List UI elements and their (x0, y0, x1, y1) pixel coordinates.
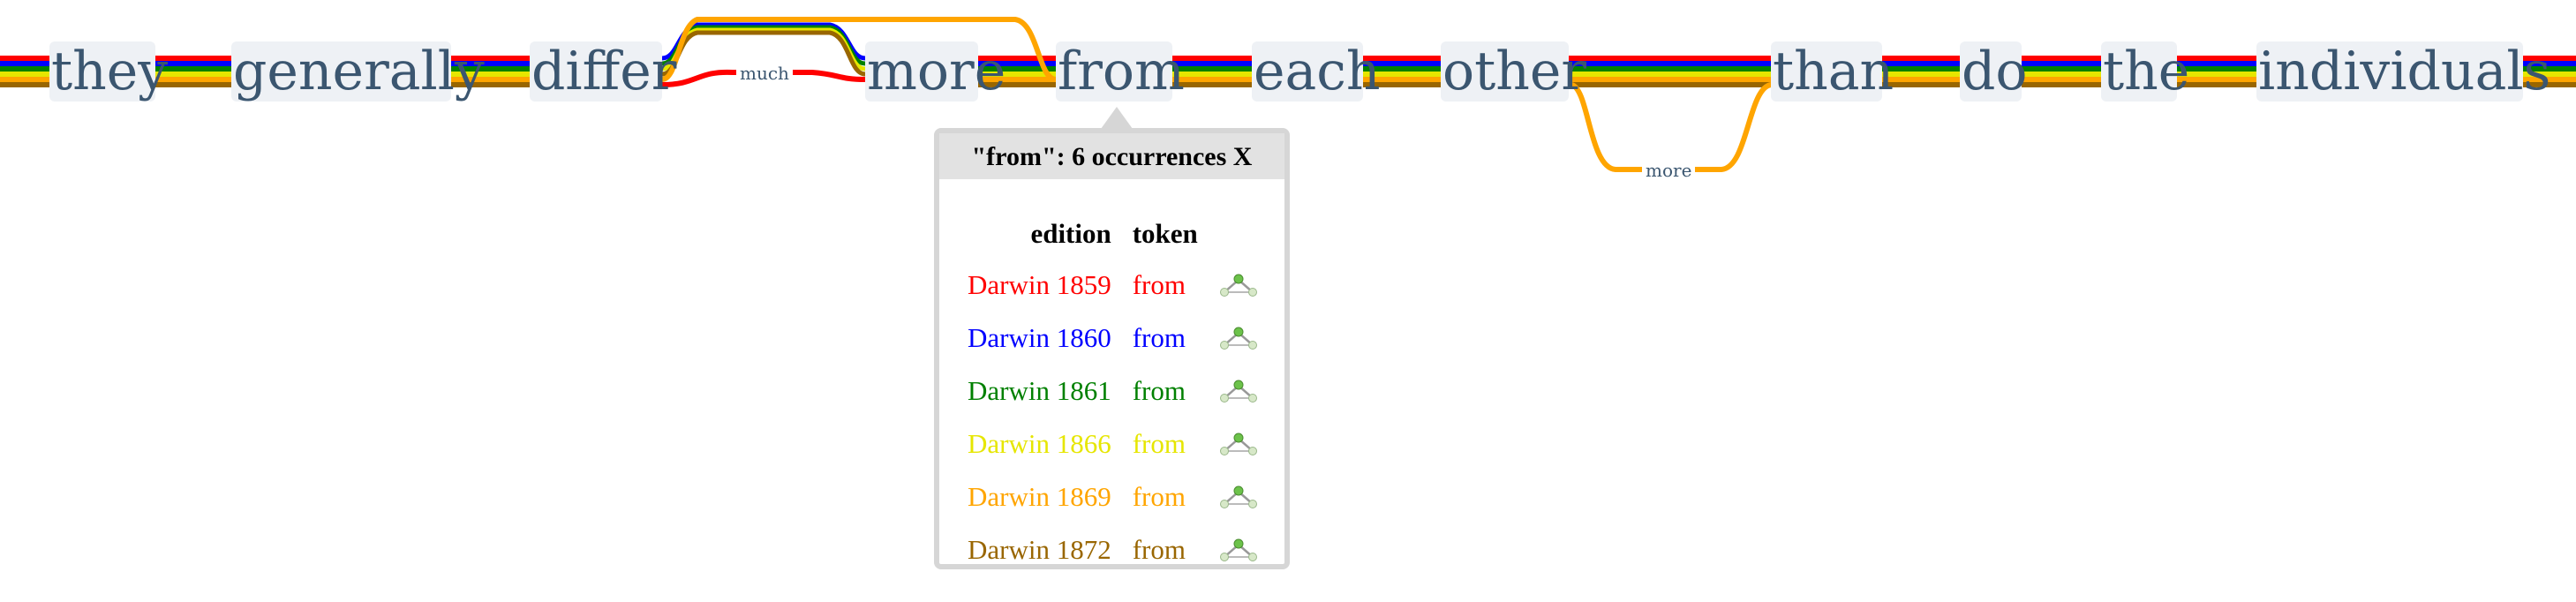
tree-icon[interactable] (1219, 432, 1258, 456)
table-row: Darwin 1869 from (957, 470, 1269, 523)
token-cell: from (1132, 534, 1186, 565)
table-row: Darwin 1861 from (957, 365, 1269, 418)
edition-cell: Darwin 1869 (968, 481, 1111, 512)
edition-cell: Darwin 1866 (968, 428, 1111, 459)
edge-label-more: more (1642, 161, 1696, 180)
token-generally[interactable]: generally (231, 41, 485, 102)
edge-other-more-than (1569, 82, 1774, 172)
occurrences-popup: "from": 6 occurrences X edition token Da… (934, 128, 1290, 569)
table-row: Darwin 1872 from (957, 523, 1269, 576)
popup-header: "from": 6 occurrences X (939, 133, 1284, 179)
tree-icon[interactable] (1219, 379, 1258, 403)
token-other[interactable]: other (1441, 41, 1586, 102)
token-cell: from (1132, 322, 1186, 353)
token-differ[interactable]: differ (530, 41, 676, 102)
edge-label-much: much (736, 64, 793, 83)
tree-icon[interactable] (1219, 326, 1258, 350)
occurrences-table: edition token Darwin 1859 from Darwin 1860… (957, 209, 1269, 576)
tree-icon-cell (1209, 365, 1269, 418)
popup-title: "from": 6 occurrences (971, 142, 1227, 171)
token-individuals[interactable]: individuals (2256, 41, 2550, 102)
token-the[interactable]: the (2101, 41, 2189, 102)
tree-icon-cell (1209, 418, 1269, 470)
edition-cell: Darwin 1859 (968, 269, 1111, 300)
popup-close-button[interactable]: X (1233, 142, 1253, 171)
tree-icon-cell (1209, 312, 1269, 365)
tree-icon-cell (1209, 259, 1269, 312)
token-more[interactable]: more (865, 41, 1006, 102)
edition-cell: Darwin 1872 (968, 534, 1111, 565)
tree-icon-cell (1209, 470, 1269, 523)
token-do[interactable]: do (1960, 41, 2028, 102)
table-row: Darwin 1866 from (957, 418, 1269, 470)
table-row: Darwin 1859 from (957, 259, 1269, 312)
edition-cell: Darwin 1860 (968, 322, 1111, 353)
table-row: Darwin 1860 from (957, 312, 1269, 365)
popup-pointer (1101, 107, 1133, 129)
tree-icon[interactable] (1219, 538, 1258, 562)
tree-icon[interactable] (1219, 273, 1258, 297)
column-header-edition: edition (1030, 218, 1111, 249)
column-header-action (1209, 209, 1269, 259)
tree-icon-cell (1209, 523, 1269, 576)
token-they[interactable]: they (49, 41, 168, 102)
edition-cell: Darwin 1861 (968, 375, 1111, 406)
token-than[interactable]: than (1771, 41, 1894, 102)
token-cell: from (1132, 428, 1186, 459)
token-cell: from (1132, 481, 1186, 512)
token-from[interactable]: from (1056, 41, 1185, 102)
token-cell: from (1132, 269, 1186, 300)
token-cell: from (1132, 375, 1186, 406)
token-each[interactable]: each (1252, 41, 1381, 102)
column-header-token: token (1132, 218, 1198, 249)
tree-icon[interactable] (1219, 485, 1258, 509)
